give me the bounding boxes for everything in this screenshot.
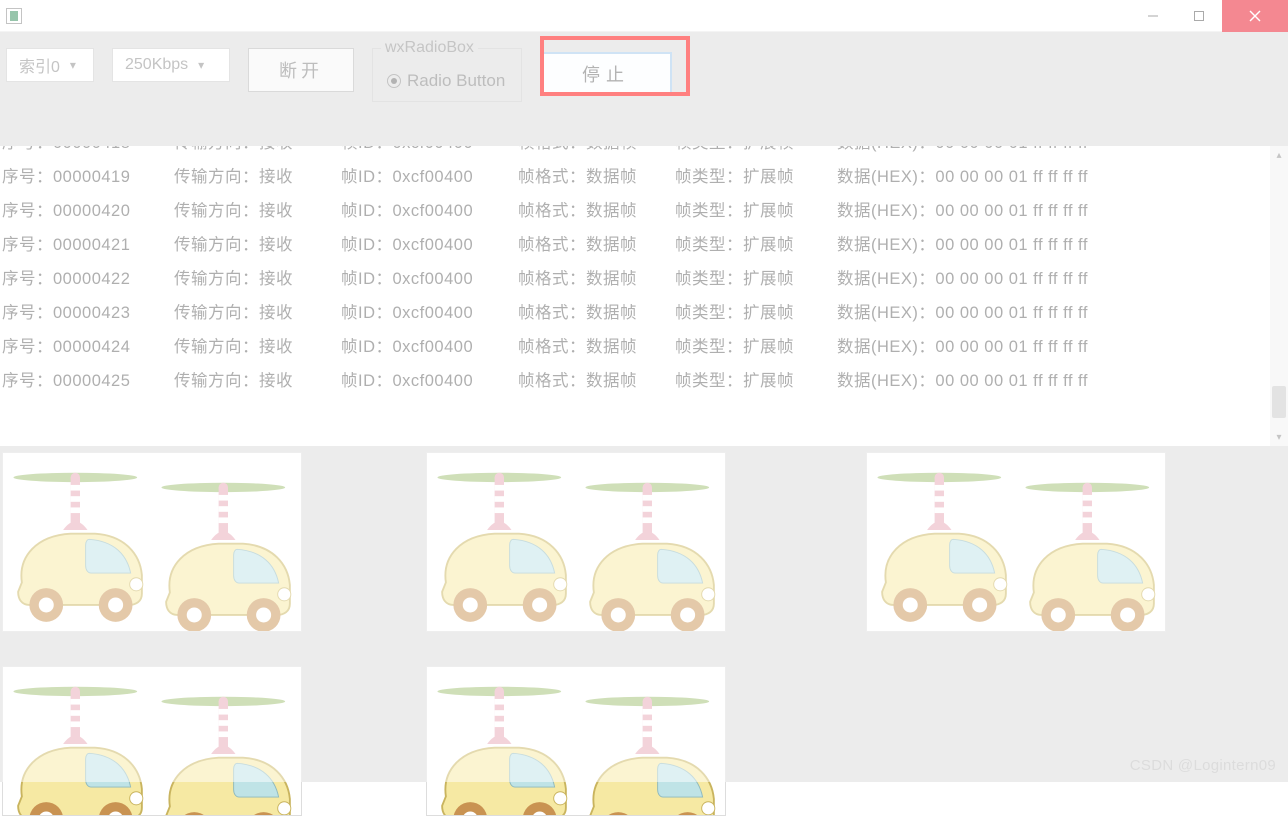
disconnect-label: 断开 — [279, 57, 323, 83]
index-select-value: 索引0 — [19, 53, 60, 77]
log-row: 序号：00000424传输方向：接收帧ID：0xcf00400帧格式：数据帧帧类… — [0, 330, 1270, 364]
radiobox-title: wxRadioBox — [381, 39, 478, 57]
app-icon — [6, 8, 22, 24]
minimize-button[interactable] — [1130, 0, 1176, 32]
car-icon — [153, 469, 302, 632]
log-row: 序号：00000423传输方向：接收帧ID：0xcf00400帧格式：数据帧帧类… — [0, 296, 1270, 330]
window-buttons — [1130, 0, 1288, 32]
radio-option[interactable]: Radio Button — [387, 71, 507, 91]
maximize-icon — [1193, 10, 1205, 22]
image-panel — [426, 666, 726, 816]
chevron-down-icon: ▾ — [198, 58, 204, 72]
close-icon — [1248, 9, 1262, 23]
image-panel — [2, 452, 302, 632]
car-icon — [429, 673, 579, 816]
car-icon — [429, 459, 579, 629]
image-panel — [866, 452, 1166, 632]
scroll-thumb[interactable] — [1272, 386, 1286, 418]
log-row: 序号：00000420传输方向：接收帧ID：0xcf00400帧格式：数据帧帧类… — [0, 194, 1270, 228]
log-row: 序号：00000419传输方向：接收帧ID：0xcf00400帧格式：数据帧帧类… — [0, 160, 1270, 194]
car-icon — [5, 673, 155, 816]
log-text[interactable]: 序号：00000418传输方向：接收帧ID：0xcf00400帧格式：数据帧帧类… — [0, 146, 1270, 446]
scroll-up-icon[interactable]: ▴ — [1270, 146, 1288, 164]
log-row: 序号：00000421传输方向：接收帧ID：0xcf00400帧格式：数据帧帧类… — [0, 228, 1270, 262]
image-panel — [426, 452, 726, 632]
stop-label: 停止 — [582, 61, 630, 87]
car-icon — [5, 459, 155, 629]
chevron-down-icon: ▾ — [70, 58, 76, 72]
image-panel-area — [0, 446, 1288, 782]
baud-select-value: 250Kbps — [125, 56, 188, 74]
car-icon — [577, 683, 726, 816]
titlebar — [0, 0, 1288, 32]
log-row: 序号：00000422传输方向：接收帧ID：0xcf00400帧格式：数据帧帧类… — [0, 262, 1270, 296]
log-panel: 序号：00000418传输方向：接收帧ID：0xcf00400帧格式：数据帧帧类… — [0, 146, 1288, 446]
radiobox: wxRadioBox Radio Button — [372, 48, 522, 102]
close-button[interactable] — [1222, 0, 1288, 32]
scrollbar-vertical[interactable]: ▴ ▾ — [1270, 146, 1288, 446]
car-icon — [1017, 469, 1166, 632]
radio-bullet-icon — [387, 74, 401, 88]
car-icon — [869, 459, 1019, 629]
baud-select[interactable]: 250Kbps ▾ — [112, 48, 230, 82]
car-icon — [153, 683, 302, 816]
index-select[interactable]: 索引0 ▾ — [6, 48, 94, 82]
toolbar: 索引0 ▾ 250Kbps ▾ 断开 wxRadioBox Radio Butt… — [0, 32, 1288, 146]
stop-button[interactable]: 停止 — [540, 52, 672, 96]
maximize-button[interactable] — [1176, 0, 1222, 32]
minimize-icon — [1147, 10, 1159, 22]
disconnect-button[interactable]: 断开 — [248, 48, 354, 92]
image-panel — [2, 666, 302, 816]
log-row: 序号：00000425传输方向：接收帧ID：0xcf00400帧格式：数据帧帧类… — [0, 364, 1270, 398]
radio-label: Radio Button — [407, 71, 505, 91]
log-row: 序号：00000418传输方向：接收帧ID：0xcf00400帧格式：数据帧帧类… — [0, 146, 1270, 160]
car-icon — [577, 469, 726, 632]
scroll-down-icon[interactable]: ▾ — [1270, 428, 1288, 446]
